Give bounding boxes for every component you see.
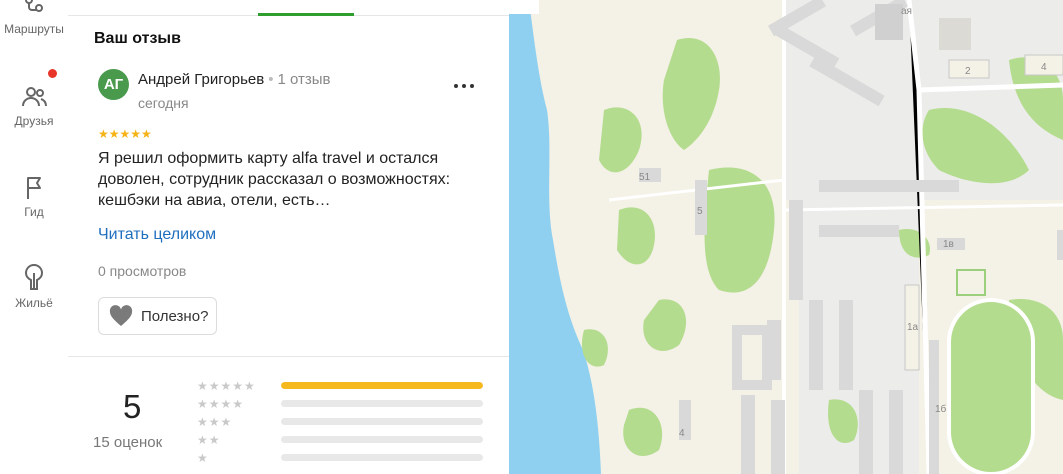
map-view[interactable]: 51 5 2 4 1в 1а 1б 4 ая — [509, 0, 1063, 474]
flag-icon — [27, 177, 41, 199]
map-label: 1б — [935, 403, 947, 415]
map-label: 1а — [907, 322, 919, 333]
rail-label-routes: Маршруты — [4, 22, 64, 36]
route-icon — [25, 0, 43, 12]
review-panel: Ваш отзыв АГ Андрей Григорьев • 1 отзыв се… — [68, 0, 509, 474]
map-control-edge — [509, 0, 539, 14]
rail-item-friends[interactable]: Друзья — [0, 84, 68, 128]
section-divider — [68, 356, 509, 357]
notification-dot — [48, 69, 57, 78]
heart-icon — [109, 305, 133, 326]
avatar[interactable]: АГ — [98, 69, 129, 100]
rail-item-routes[interactable]: Маршруты — [0, 0, 68, 36]
rail-label-guide: Гид — [24, 205, 44, 219]
distribution-stars: ★★ — [197, 433, 221, 447]
distribution-bar-fill — [281, 382, 483, 389]
friends-icon — [22, 87, 47, 107]
distribution-bar — [281, 418, 483, 425]
rail-item-housing[interactable]: Жильё — [0, 262, 68, 310]
average-score: 5 — [123, 388, 142, 425]
housing-icon — [24, 263, 44, 290]
distribution-stars: ★★★★ — [197, 397, 245, 411]
distribution-bar — [281, 436, 483, 443]
separator-dot: • — [268, 71, 274, 88]
read-more-link[interactable]: Читать целиком — [98, 226, 216, 244]
useful-label: Полезно? — [141, 307, 209, 325]
active-tab-indicator — [258, 13, 354, 16]
author-review-count: 1 отзыв — [277, 71, 331, 88]
map-label: 2 — [965, 66, 971, 77]
rail-item-guide[interactable]: Гид — [0, 175, 68, 219]
review-date: сегодня — [138, 95, 189, 111]
author-name[interactable]: Андрей Григорьев — [138, 71, 264, 88]
review-rating-stars: ★★★★★ — [98, 127, 152, 141]
section-title: Ваш отзыв — [94, 30, 181, 47]
distribution-stars: ★ — [197, 451, 209, 465]
review-text: Я решил оформить карту alfa travel и ост… — [98, 150, 451, 209]
distribution-stars: ★★★★★ — [197, 379, 256, 393]
rail-label-housing: Жильё — [15, 296, 53, 310]
distribution-stars: ★★★ — [197, 415, 233, 429]
map-label: 4 — [679, 428, 685, 439]
left-rail: Маршруты Друзья Гид Жильё — [0, 0, 69, 474]
map-label: 5 — [697, 206, 703, 217]
distribution-bar — [281, 400, 483, 407]
author-line: Андрей Григорьев • 1 отзыв — [138, 71, 331, 88]
map-label: 1в — [943, 239, 954, 250]
views-count: 0 просмотров — [98, 263, 187, 279]
distribution-bar — [281, 382, 483, 389]
rail-label-friends: Друзья — [14, 114, 54, 128]
map-label: 51 — [639, 172, 651, 183]
useful-button[interactable]: Полезно? — [98, 297, 218, 335]
distribution-bar — [281, 454, 483, 461]
map-label: ая — [901, 6, 912, 17]
ratings-count: 15 оценок — [93, 434, 163, 451]
more-options-icon[interactable] — [452, 78, 476, 94]
map-label: 4 — [1041, 62, 1047, 73]
